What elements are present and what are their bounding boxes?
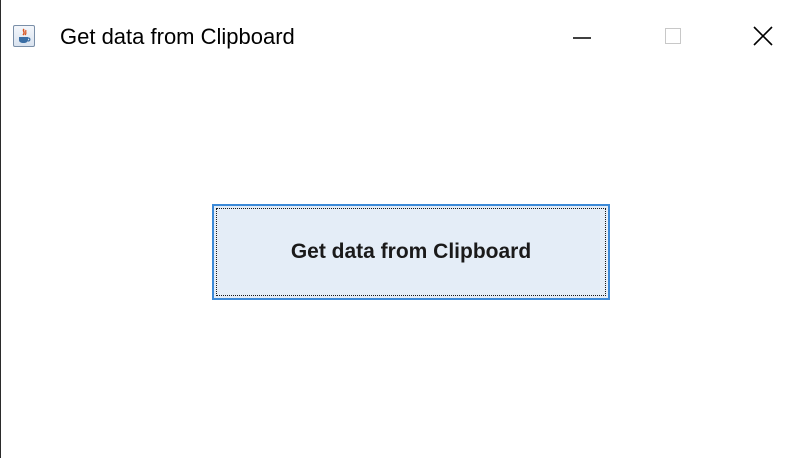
button-label: Get data from Clipboard — [290, 240, 532, 263]
minimize-button[interactable] — [537, 0, 627, 72]
app-window: Get data from Clipboard Get data from Cl… — [0, 0, 806, 458]
window-title: Get data from Clipboard — [60, 24, 295, 49]
content-panel: Get data from Clipboard — [2, 76, 806, 458]
java-app-icon[interactable] — [13, 25, 35, 47]
maximize-button[interactable] — [628, 0, 718, 72]
close-icon — [753, 26, 773, 46]
minimize-icon — [573, 37, 591, 39]
title-bar[interactable]: Get data from Clipboard — [2, 0, 806, 76]
maximize-icon — [665, 28, 681, 44]
close-button[interactable] — [718, 0, 806, 72]
get-data-from-clipboard-button[interactable]: Get data from Clipboard — [212, 204, 610, 300]
